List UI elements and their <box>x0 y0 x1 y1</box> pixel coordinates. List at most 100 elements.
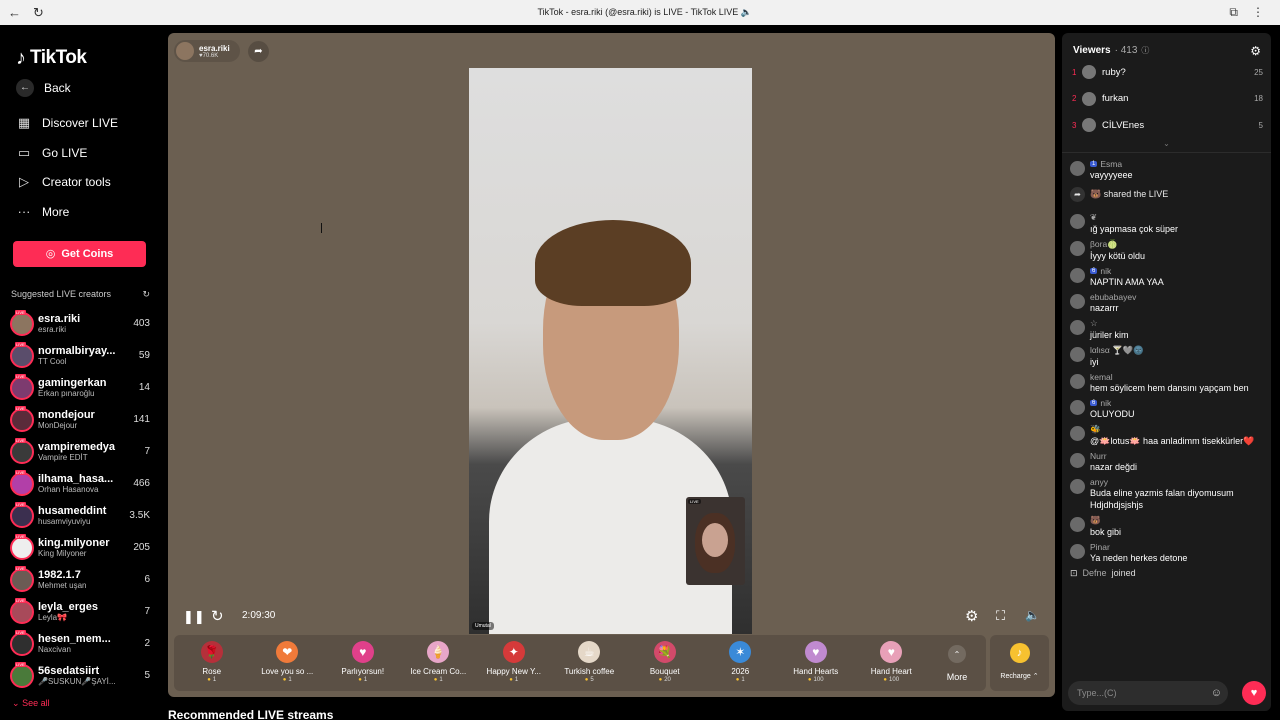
creator-item[interactable]: normalbiryay...TT Cool59 <box>0 340 162 372</box>
gift-item[interactable]: ✶ 20261 <box>703 635 779 691</box>
chat-avatar[interactable] <box>1070 346 1085 362</box>
like-heart-button[interactable]: ♥ <box>1242 681 1266 705</box>
gift-item[interactable]: 🍦 Ice Cream Co...1 <box>401 635 477 691</box>
chat-user[interactable]: 1 Esma <box>1090 159 1133 169</box>
gift-item[interactable]: ♥ Parlıyorsun!1 <box>325 635 401 691</box>
chat-avatar[interactable] <box>1070 452 1085 468</box>
chat-user[interactable]: anyy <box>1090 477 1265 487</box>
creator-item[interactable]: vampiremedyaVampire EDİT 7 <box>0 436 162 468</box>
chat-avatar[interactable] <box>1070 319 1085 335</box>
chat-avatar[interactable] <box>1070 293 1085 309</box>
creator-item[interactable]: hesen_mem...Naxcivan 2 <box>0 628 162 660</box>
emoji-icon[interactable]: ☺ <box>1211 687 1222 699</box>
creator-item[interactable]: gamingerkanErkan pınaroğlu14 <box>0 372 162 404</box>
chat-text: OLUYODU <box>1090 408 1135 419</box>
browser-menu-icon[interactable]: ⋮ <box>1252 5 1264 20</box>
share-icon: ➦ <box>1070 186 1085 202</box>
chat-settings-icon[interactable]: ⚙ <box>1250 44 1261 58</box>
chat-user[interactable]: Pinar <box>1090 542 1187 552</box>
chat-message-body: 6 nik NAPTIN AMA YAA <box>1090 266 1164 288</box>
gift-item[interactable]: 💐 Bouquet20 <box>627 635 703 691</box>
chat-avatar[interactable] <box>1070 543 1085 559</box>
host-profile-pill[interactable]: esra.riki ♥70.6K <box>174 40 240 62</box>
creator-item[interactable]: ilhama_hasa...Orhan Hasanova 466 <box>0 468 162 500</box>
get-coins-button[interactable]: ◎ Get Coins <box>13 240 146 267</box>
gift-price: 20 <box>659 677 671 683</box>
viewer-rank: 2 <box>1072 94 1077 104</box>
creator-item[interactable]: esra.rikiesra.riki 403 <box>0 308 162 340</box>
chat-username: 🐻 <box>1090 514 1101 525</box>
viewer-rank: 1 <box>1072 67 1077 77</box>
creator-item[interactable]: 1982.1.7Mehmet uşan 6 <box>0 564 162 596</box>
creator-item[interactable]: king.milyonerKing Milyoner 205 <box>0 532 162 564</box>
recharge-button[interactable]: ♪ Recharge ⌃ <box>990 635 1049 691</box>
nav-more[interactable]: ··· More <box>0 197 162 227</box>
gift-item[interactable]: ☕ Turkish coffee5 <box>552 635 628 691</box>
chat-user[interactable]: 🐻 <box>1090 515 1121 526</box>
creator-avatar <box>10 597 34 624</box>
chat-input-box[interactable]: ☺ <box>1068 681 1228 705</box>
chat-avatar[interactable] <box>1070 425 1085 441</box>
nav-creator-tools[interactable]: ▷ Creator tools <box>0 168 162 198</box>
browser-back-icon[interactable]: ← <box>8 5 21 21</box>
expand-viewers-icon[interactable]: ⌄ <box>1062 139 1271 153</box>
gift-item[interactable]: ✦ Happy New Y...1 <box>476 635 552 691</box>
chat-user[interactable]: ❦ <box>1090 212 1178 223</box>
pause-icon[interactable]: ❚❚ <box>183 609 205 625</box>
refresh-icon[interactable]: ↻ <box>142 289 150 300</box>
top-viewer-row[interactable]: 1 ruby? 25 <box>1062 59 1271 86</box>
chat-avatar[interactable] <box>1070 399 1085 415</box>
gift-item[interactable]: ♥ Hand Heart100 <box>854 635 930 691</box>
chat-user[interactable]: Nurr <box>1090 451 1137 461</box>
creator-item[interactable]: husameddinthusamviyuviyu 3.5K <box>0 500 162 532</box>
chat-user[interactable]: 6 nik <box>1090 398 1135 408</box>
nav-go-live[interactable]: ▭ Go LIVE <box>0 138 162 168</box>
chat-avatar[interactable] <box>1070 478 1085 494</box>
chat-user[interactable]: kemal <box>1090 372 1249 382</box>
top-viewer-row[interactable]: 2 furkan 18 <box>1062 86 1271 113</box>
video-subject-hair <box>535 220 691 306</box>
chat-avatar[interactable] <box>1070 213 1085 229</box>
guest-camera[interactable]: LIVE <box>686 497 745 585</box>
chat-user[interactable]: 🐝 <box>1090 424 1254 435</box>
volume-icon[interactable]: 🔈 <box>1025 608 1040 622</box>
chat-input[interactable] <box>1077 688 1211 698</box>
chat-user[interactable]: lαlιѕα 🍸🩶🌚 <box>1090 345 1144 356</box>
creator-item[interactable]: mondejourMonDejour 141 <box>0 404 162 436</box>
gift-item[interactable]: ❤ Love you so ...1 <box>250 635 326 691</box>
chat-username: kemal <box>1090 371 1113 382</box>
browser-reload-icon[interactable]: ↻ <box>33 5 44 21</box>
tiktok-logo[interactable]: ♪ TikTok <box>0 25 162 73</box>
creator-item[interactable]: leyla_ergesLeyla🎀 7 <box>0 596 162 628</box>
chat-avatar[interactable] <box>1070 267 1085 283</box>
creator-list: esra.rikiesra.riki 403 normalbiryay...TT C… <box>0 308 162 692</box>
more-gifts-button[interactable]: ⌃ More <box>929 635 985 691</box>
extensions-icon[interactable]: ⧉ <box>1229 5 1238 20</box>
gift-item[interactable]: ♥ Hand Hearts100 <box>778 635 854 691</box>
chat-avatar[interactable] <box>1070 516 1085 532</box>
chat-user[interactable]: βora🍈 <box>1090 239 1145 250</box>
nav-discover-live[interactable]: ▦ Discover LIVE <box>0 109 162 139</box>
nav-back[interactable]: ← Back <box>0 73 162 103</box>
more-dots-icon: ··· <box>17 204 31 220</box>
creator-nickname: Orhan Hasanova <box>38 485 99 494</box>
fullscreen-icon[interactable]: ⛶ <box>996 608 1005 624</box>
chat-user[interactable]: ☆ <box>1090 318 1129 329</box>
chat-user[interactable]: 6 nik <box>1090 266 1164 276</box>
share-button[interactable]: ➦ <box>248 41 269 62</box>
level-badge: 6 <box>1090 399 1098 406</box>
chat-user[interactable]: ebubabayev <box>1090 292 1136 302</box>
reload-stream-icon[interactable]: ↻ <box>211 607 224 625</box>
chat-avatar[interactable] <box>1070 160 1085 176</box>
see-all-link[interactable]: ⌄ See all <box>0 692 162 709</box>
gift-name: Happy New Y... <box>486 667 541 676</box>
creator-avatar <box>10 469 34 496</box>
top-viewer-row[interactable]: 3 CİLVEnes 5 <box>1062 112 1271 139</box>
chat-avatar[interactable] <box>1070 240 1085 256</box>
chat-avatar[interactable] <box>1070 373 1085 389</box>
settings-icon[interactable]: ⚙ <box>965 607 978 625</box>
chat-text: Buda eline yazmis falan diyomusum Hdjdhd… <box>1090 487 1234 510</box>
creator-item[interactable]: 56sedatsiirt🎤SUSKUN🎤ŞAYİ... 5 <box>0 660 162 692</box>
gift-item[interactable]: 🌹 Rose1 <box>174 635 250 691</box>
info-icon[interactable]: ⓘ <box>1141 45 1149 56</box>
